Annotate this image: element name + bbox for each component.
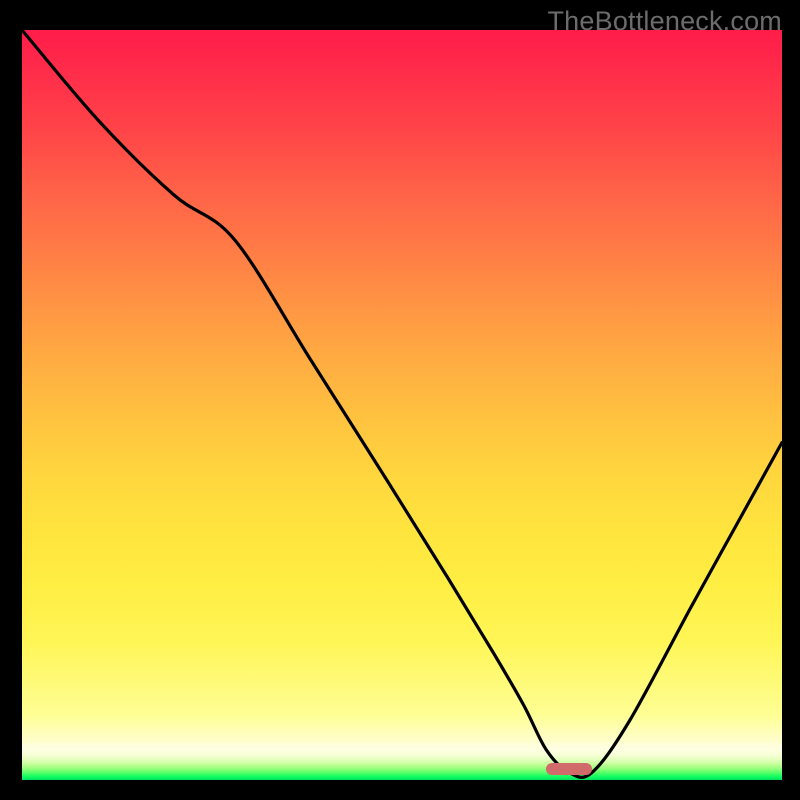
chart-frame: TheBottleneck.com	[0, 0, 800, 800]
plot-area	[22, 30, 782, 780]
curve-svg	[22, 30, 782, 780]
bottleneck-curve-path	[22, 30, 782, 777]
optimum-marker-pill	[546, 763, 592, 775]
